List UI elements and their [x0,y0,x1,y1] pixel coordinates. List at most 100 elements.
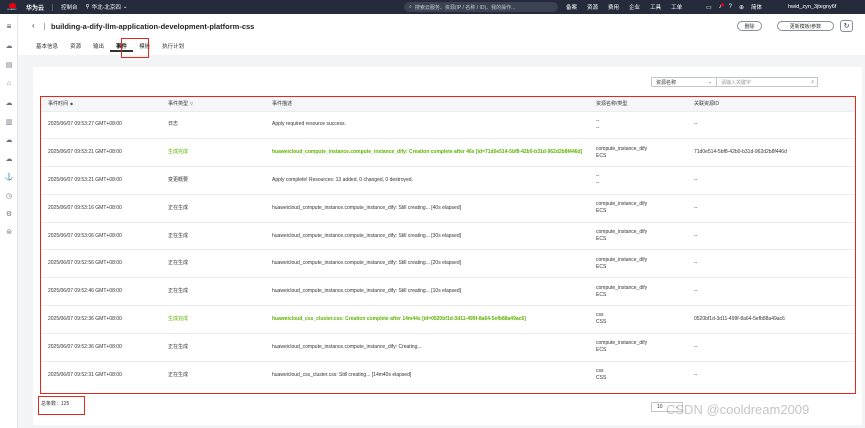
nav-beian[interactable]: 备案 [566,3,577,11]
table-row: 2025/06/07 09:53:27 GMT+08:00 日志 Apply req… [41,110,855,139]
cell-text: huaweicloud_compute_instance.compute_ins… [272,260,462,267]
filter-attribute-select[interactable]: 资源名称 ⌄ [651,77,717,87]
cell-text: 正在生成 [168,343,189,350]
cloud-service-icon[interactable]: ☁ [4,135,14,145]
table-row: 2025/06/07 09:52:46 GMT+08:00 正在生成 huaweic… [41,277,855,306]
help-icon[interactable]: ? [729,4,732,10]
network-icon[interactable]: ⌂ [4,78,14,88]
nav-enterprise[interactable]: 企业 [629,3,640,11]
cell-event-desc: huaweicloud_compute_instance.compute_ins… [265,221,589,250]
cell-text: -- [596,124,600,131]
cell-text: 正在生成 [168,371,189,378]
cell-event-type: 变更概要 [161,166,265,195]
cell-event-type: 正在生成 [161,249,265,278]
tab-basic-info[interactable]: 基本信息 [30,42,64,52]
table-row: 2025/06/07 09:52:36 GMT+08:00 正在生成 huaweic… [41,332,855,362]
cloud-icon[interactable]: ☁ [4,41,14,51]
cell-text: 2025/06/07 09:53:06 GMT+08:00 [48,232,122,239]
update-template-button[interactable]: 更新模板/参数 [777,21,834,31]
cell-event-type: 正在生成 [161,193,265,223]
cell-resource-name-type: -- -- [589,166,687,195]
cell-resource-name-type: compute_instance_dify ECS [589,277,687,306]
filter-icon[interactable]: ▽ [190,101,193,106]
cell-event-time: 2025/06/07 09:52:56 GMT+08:00 [41,249,161,278]
cell-text: css [596,368,604,375]
refresh-button[interactable]: ↻ [840,20,853,32]
huawei-logo[interactable]: HUAWEI [0,0,24,14]
cell-resource-name-type: compute_instance_dify ECS [589,138,687,167]
cell-event-type: 正在生成 [161,221,265,250]
cell-event-time: 2025/06/07 09:53:21 GMT+08:00 [41,166,161,195]
monitor-icon[interactable]: ◷ [4,191,14,201]
tab-outputs[interactable]: 输出 [87,42,110,52]
cell-text: -- [596,117,600,124]
app-icon[interactable]: ⊜ [4,227,14,237]
nav-resources[interactable]: 资源 [587,3,598,11]
divider [52,3,54,11]
cell-text: 正在生成 [168,288,189,295]
server-icon[interactable]: ▤ [4,60,14,70]
cell-text: 变更概要 [168,176,189,183]
cell-text: 生成完成 [168,149,189,156]
security-icon[interactable]: ☁ [4,154,14,164]
cell-resource-id: -- [687,193,855,223]
settings-icon[interactable]: ⚙ [4,209,14,219]
table-row: 2025/06/07 09:52:31 GMT+08:00 正在生成 huaweic… [41,360,855,389]
cell-event-desc: Apply complete! Resources: 13 added, 0 c… [265,166,589,195]
sort-icon[interactable]: ◆ [70,101,73,106]
cell-text: 生成完成 [168,315,189,322]
menu-icon[interactable]: ≡ [4,21,14,31]
search-icon: ⌕ [409,4,412,10]
cell-resource-id: -- [687,221,855,250]
cell-resource-id: -- [687,360,855,389]
tab-resources[interactable]: 资源 [64,42,87,52]
global-search-input[interactable]: ⌕ 搜索云服务、资源(IP / 名称 / ID)、我的操作... [404,2,558,12]
screen-icon[interactable]: ▭ [706,4,712,11]
cell-text: compute_instance_dify [596,229,648,236]
cell-text: 2025/06/07 09:53:21 GMT+08:00 [48,176,122,183]
cell-text: 2025/06/07 09:53:16 GMT+08:00 [48,204,122,211]
tab-execution-plan[interactable]: 执行计划 [156,42,190,52]
cell-text: 71d0e514-5bf8-42b0-b31d-962d2b8f446d [694,149,787,156]
cell-text: 2025/06/07 09:52:31 GMT+08:00 [48,371,122,378]
cell-text: huaweicloud_compute_instance.compute_ins… [272,204,462,211]
page-size-value: 10 [657,404,663,410]
cell-event-desc: huaweicloud_compute_instance.compute_ins… [265,249,589,278]
brand-name[interactable]: 华为云 [26,3,44,12]
cloud-storage-icon[interactable]: ☁ [4,98,14,108]
col-event-type: 事件类型 ▽ [161,97,265,111]
watermark: CSDN @cooldream2009 [666,402,810,417]
cell-text: compute_instance_dify [596,340,648,347]
keyword-search-input[interactable]: 请输入关键字 ⌕ [716,77,818,87]
console-link[interactable]: 控制台 [61,3,78,11]
cell-text: 2025/06/07 09:53:27 GMT+08:00 [48,121,122,128]
nav-tickets[interactable]: 工单 [671,3,682,11]
language-label[interactable]: 简体 [751,3,762,11]
table-row: 2025/06/07 09:53:16 GMT+08:00 正在生成 huaweic… [41,193,855,223]
cell-text: huaweicloud_compute_instance.compute_ins… [272,343,422,350]
delete-button[interactable]: 删除 [737,21,762,31]
nav-tools[interactable]: 工具 [650,3,661,11]
filter-select-value: 资源名称 [656,79,677,86]
back-arrow-icon[interactable]: ‹ [32,21,35,30]
cell-text: ECS [596,208,607,215]
tab-bar: 基本信息 资源 输出 事件 模板 执行计划 [30,42,190,52]
col-event-time[interactable]: 事件时间 ◆ [41,97,161,111]
deploy-icon[interactable]: ⚓ [4,172,14,182]
cell-text: -- [596,180,600,187]
database-icon[interactable]: ▥ [4,117,14,127]
cell-text: CSS [596,319,607,326]
cell-resource-id: 0520bf1d-3d11-499f-8a64-5efb88a49ac6 [687,305,855,334]
bell-icon[interactable]: ♪ [719,3,724,10]
user-menu[interactable]: hwid_zyn_3jtegny6f [788,0,836,14]
cell-event-type: 生成完成 [161,305,265,334]
cell-resource-name-type: -- -- [589,110,687,139]
nav-billing[interactable]: 费用 [608,3,619,11]
region-selector[interactable]: ⚲ 华北-北京四 ⌄ [86,3,128,11]
globe-icon[interactable]: ⊕ [739,4,744,11]
top-icon-group: ▭ ♪ ? ⊕ 简体 [706,0,762,14]
cell-event-desc: Apply required resource success. [265,110,589,139]
cell-text: 0520bf1d-3d11-499f-8a64-5efb88a49ac6 [694,315,785,322]
search-icon[interactable]: ⌕ [811,79,814,85]
cell-resource-id: 71d0e514-5bf8-42b0-b31d-962d2b8f446d [687,138,855,167]
